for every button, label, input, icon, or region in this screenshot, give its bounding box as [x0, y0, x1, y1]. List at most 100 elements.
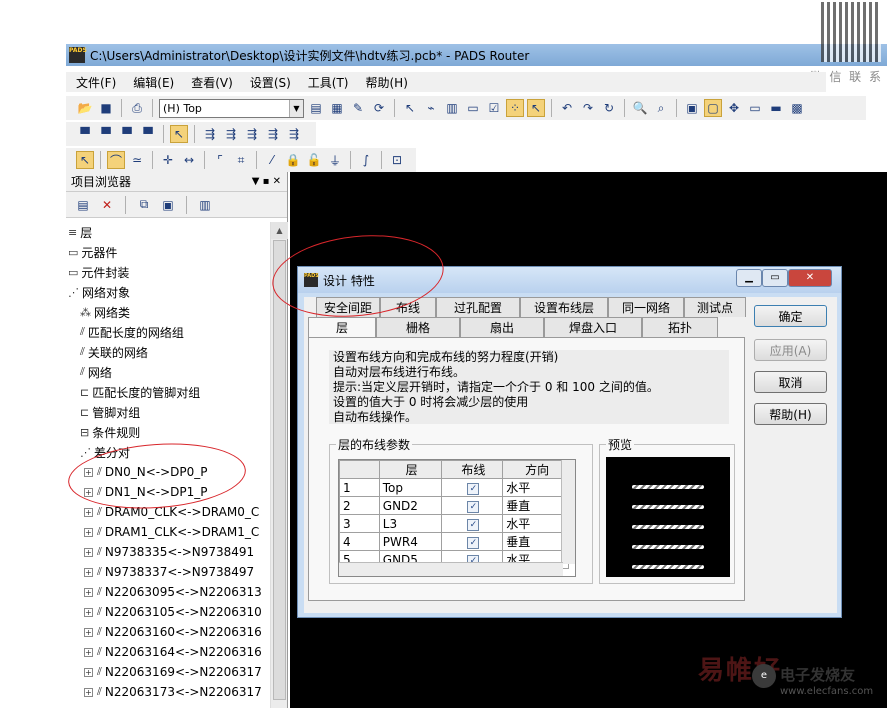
routed-cell[interactable]: ✓: [440, 514, 504, 533]
layer-cell[interactable]: PWR4: [378, 532, 442, 551]
routed-checkbox[interactable]: ✓: [467, 501, 480, 513]
close-icon[interactable]: ✕: [788, 269, 832, 287]
select-filter-icon[interactable]: ↖: [401, 99, 419, 117]
layer-cell[interactable]: L3: [378, 514, 442, 533]
arc-icon[interactable]: ∫: [357, 151, 375, 169]
tree-item[interactable]: + ⫽ N22063160<->N2206316: [66, 622, 270, 642]
doc-icon[interactable]: ▭: [464, 99, 482, 117]
tree-item[interactable]: ⊏ 管脚对组: [66, 402, 270, 422]
dir-cell[interactable]: 垂直: [502, 496, 569, 515]
open-folder-icon[interactable]: 📂: [76, 99, 94, 117]
refresh-icon[interactable]: ⟳: [370, 99, 388, 117]
menu-item[interactable]: 编辑(E): [133, 74, 174, 91]
zoom-icon[interactable]: 🔍: [631, 99, 649, 117]
dialog-tab[interactable]: 同一网络: [608, 297, 684, 317]
route-icon[interactable]: ▀: [76, 125, 94, 143]
route-icon[interactable]: ▀: [97, 125, 115, 143]
help-button[interactable]: 帮助(H): [754, 403, 827, 425]
panel-icon[interactable]: ▢: [704, 99, 722, 117]
fanout-icon[interactable]: ⇶: [201, 125, 219, 143]
dir-cell[interactable]: 水平: [502, 478, 569, 497]
ground-icon[interactable]: ⏚: [326, 151, 344, 169]
window-icon[interactable]: ▭: [746, 99, 764, 117]
pointer-icon[interactable]: ↖: [170, 125, 188, 143]
table-row[interactable]: 2 GND2 ✓ 垂直: [339, 496, 569, 515]
tree-item[interactable]: + ⫽ DRAM1_CLK<->DRAM1_C: [66, 522, 270, 542]
dialog-tab[interactable]: 拓扑: [642, 317, 718, 337]
dir-cell[interactable]: 垂直: [502, 532, 569, 551]
dialog-tab[interactable]: 扇出: [460, 317, 544, 337]
layer-select[interactable]: (H) Top ▼: [159, 98, 304, 118]
tree-item[interactable]: ⫽ 网络: [66, 362, 270, 382]
panel-controls[interactable]: ▼ ▪ ✕: [252, 176, 287, 187]
zoom-area-icon[interactable]: ⌕: [652, 99, 670, 117]
expand-icon[interactable]: +: [84, 507, 93, 517]
pad-icon[interactable]: ⊡: [388, 151, 406, 169]
menu-item[interactable]: 查看(V): [191, 74, 233, 91]
layer-cell[interactable]: GND2: [378, 496, 442, 515]
grid-column-header[interactable]: [339, 460, 380, 479]
expand-icon[interactable]: +: [84, 627, 93, 637]
ok-button[interactable]: 确定: [754, 305, 827, 327]
minimize-icon[interactable]: ▁: [736, 269, 762, 287]
route-icon[interactable]: ▀: [118, 125, 136, 143]
chevron-down-icon[interactable]: ▼: [289, 99, 303, 117]
routed-checkbox[interactable]: ✓: [467, 537, 480, 549]
layer-cell[interactable]: Top: [378, 478, 442, 497]
copy-icon[interactable]: ⧉: [135, 196, 153, 214]
move-icon[interactable]: ✥: [725, 99, 743, 117]
fanout-icon[interactable]: ⇶: [243, 125, 261, 143]
dialog-tab[interactable]: 焊盘入口: [544, 317, 642, 337]
routed-cell[interactable]: ✓: [440, 478, 504, 497]
report-icon[interactable]: ▥: [443, 99, 461, 117]
save-icon[interactable]: ■: [97, 99, 115, 117]
expand-icon[interactable]: +: [84, 667, 93, 677]
trace-icon[interactable]: ⁄: [263, 151, 281, 169]
maximize-icon[interactable]: ▭: [762, 269, 788, 287]
new-icon[interactable]: ▤: [74, 196, 92, 214]
dialog-tab[interactable]: 栅格: [376, 317, 460, 337]
undo-icon[interactable]: ↶: [558, 99, 576, 117]
properties-icon[interactable]: ▥: [196, 196, 214, 214]
pen-icon[interactable]: ✎: [349, 99, 367, 117]
corner-icon[interactable]: ⌜: [211, 151, 229, 169]
move-icon[interactable]: ✛: [159, 151, 177, 169]
verify-icon[interactable]: ☑: [485, 99, 503, 117]
tree-item[interactable]: ▭ 元器件: [66, 242, 270, 262]
expand-icon[interactable]: +: [84, 587, 93, 597]
expand-icon[interactable]: +: [84, 647, 93, 657]
grid-icon[interactable]: ▦: [328, 99, 346, 117]
menu-item[interactable]: 设置(S): [250, 74, 291, 91]
tree-item[interactable]: + ⫽ N9738337<->N9738497: [66, 562, 270, 582]
select-icon[interactable]: ↖: [76, 151, 94, 169]
grid-column-header[interactable]: 层: [378, 460, 442, 479]
menu-item[interactable]: 文件(F): [76, 74, 116, 91]
grid-column-header[interactable]: 布线: [440, 460, 504, 479]
grid-snap-icon[interactable]: ⁘: [506, 99, 524, 117]
grid-horizontal-scrollbar[interactable]: [339, 562, 563, 576]
tree-item[interactable]: + ⫽ N22063169<->N2206317: [66, 662, 270, 682]
tree-item[interactable]: ⫽ 关联的网络: [66, 342, 270, 362]
routed-cell[interactable]: ✓: [440, 496, 504, 515]
dialog-tab[interactable]: 设置布线层: [520, 297, 608, 317]
stretch-icon[interactable]: ↔: [180, 151, 198, 169]
tree-item[interactable]: + ⫽ N22063164<->N2206316: [66, 642, 270, 662]
dialog-tab[interactable]: 测试点: [684, 297, 746, 317]
browser-icon[interactable]: ▣: [683, 99, 701, 117]
route-icon[interactable]: ▀: [139, 125, 157, 143]
routed-checkbox[interactable]: ✓: [467, 519, 480, 531]
fanout-icon[interactable]: ⇶: [222, 125, 240, 143]
tree-item[interactable]: + ⫽ N22063095<->N2206313: [66, 582, 270, 602]
scroll-up-icon[interactable]: ▲: [271, 222, 288, 239]
repeat-icon[interactable]: ↻: [600, 99, 618, 117]
tree-item[interactable]: + ⫽ N22063105<->N2206310: [66, 602, 270, 622]
split-icon[interactable]: ⌗: [232, 151, 250, 169]
lock-icon[interactable]: 🔒: [284, 151, 302, 169]
print-icon[interactable]: ⎙: [128, 99, 146, 117]
routed-checkbox[interactable]: ✓: [467, 483, 480, 495]
properties-icon[interactable]: ▤: [307, 99, 325, 117]
dialog-tab[interactable]: 过孔配置: [436, 297, 520, 317]
diff-route-icon[interactable]: ≃: [128, 151, 146, 169]
tree-item[interactable]: + ⫽ N9738335<->N9738491: [66, 542, 270, 562]
expand-icon[interactable]: +: [84, 687, 93, 697]
